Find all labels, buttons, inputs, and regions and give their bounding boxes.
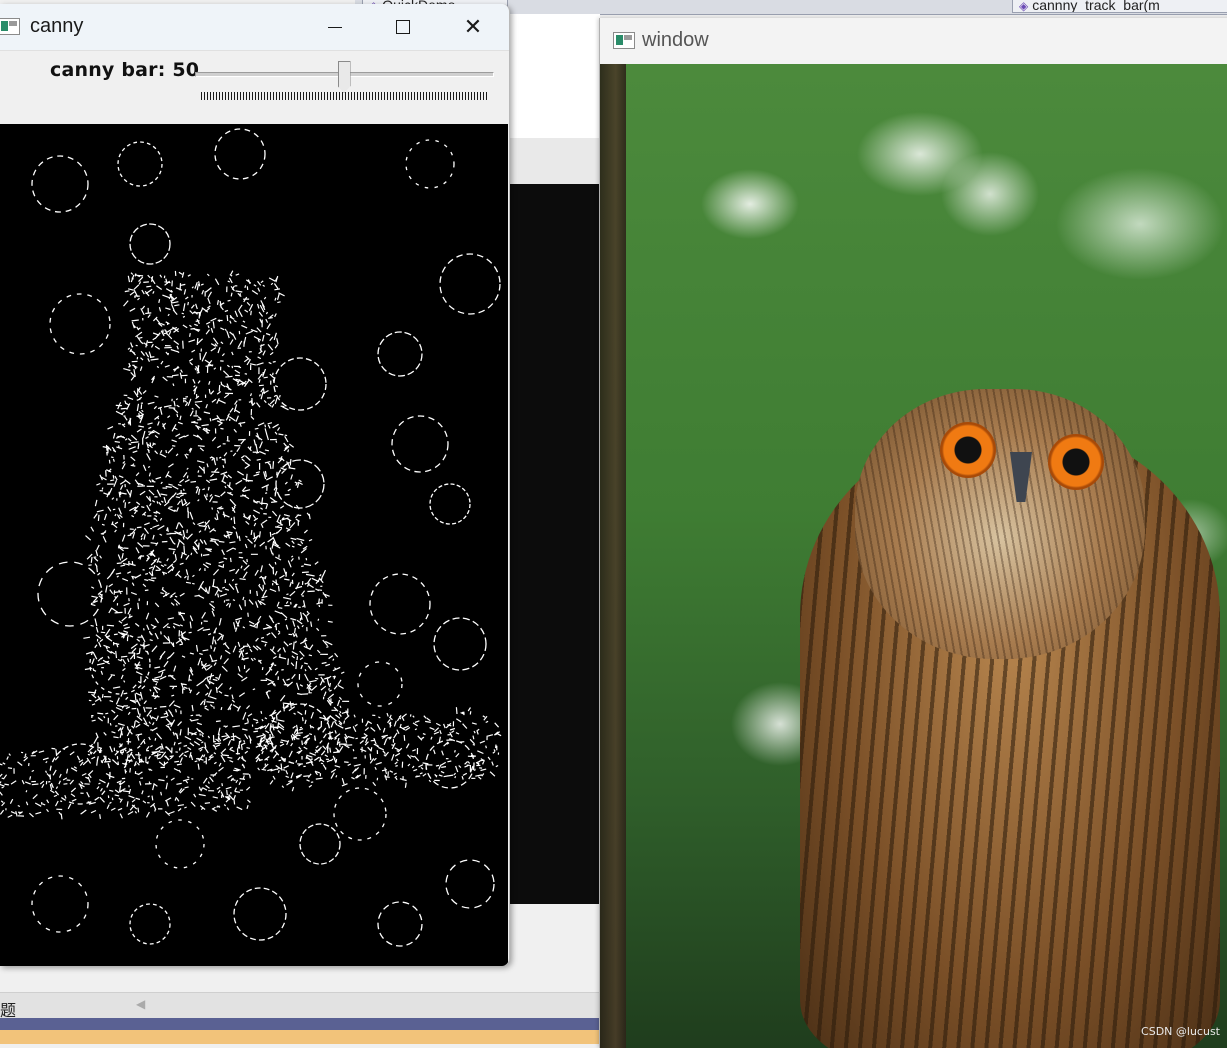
owl-window[interactable]: window CSDN @lucust <box>599 18 1227 1048</box>
watermark-text: CSDN @lucust <box>1141 1025 1220 1038</box>
owl-image-head <box>855 389 1145 659</box>
app-icon <box>0 18 20 35</box>
owl-image-branch <box>600 64 626 1048</box>
canny-window-titlebar[interactable]: canny ✕ <box>0 4 509 50</box>
trackbar-label: canny bar: 50 <box>50 59 200 81</box>
ide-bottom-area <box>0 966 600 992</box>
owl-eye-left <box>940 422 996 478</box>
trackbar-panel: canny bar: 50 <box>0 50 509 125</box>
ide-tab-cannny-track-bar-label: cannny_track_bar(m <box>1032 0 1160 13</box>
canny-edges-svg <box>0 128 502 947</box>
project-icon: ◈ <box>1019 0 1029 13</box>
trackbar-thumb[interactable] <box>337 61 351 93</box>
scroll-left-icon[interactable]: ◀ <box>136 997 145 1011</box>
trackbar-ticks <box>201 92 487 100</box>
ide-bottom-bar: 题 ◀ <box>0 992 600 1020</box>
ide-panel-header <box>508 138 600 184</box>
owl-window-title: window <box>642 29 709 51</box>
canny-edge-strokes <box>0 270 502 820</box>
canny-image <box>0 124 508 966</box>
owl-image: CSDN @lucust <box>600 64 1227 1048</box>
ide-status-bar <box>0 1018 600 1030</box>
ide-tab-cannny-track-bar[interactable]: ◈ cannny_track_bar(m <box>1012 0 1227 13</box>
ide-editor-area <box>508 14 600 138</box>
minimize-icon[interactable] <box>300 4 370 50</box>
app-icon <box>613 32 635 49</box>
canny-window[interactable]: canny ✕ canny bar: 50 <box>0 4 510 966</box>
ide-console <box>508 184 600 904</box>
owl-window-titlebar[interactable]: window <box>600 18 1227 64</box>
maximize-icon[interactable] <box>368 4 438 50</box>
ide-status-bar-lower <box>0 1030 600 1044</box>
canny-window-title: canny <box>30 15 84 37</box>
owl-eye-right <box>1048 434 1104 490</box>
close-icon[interactable]: ✕ <box>438 4 508 50</box>
